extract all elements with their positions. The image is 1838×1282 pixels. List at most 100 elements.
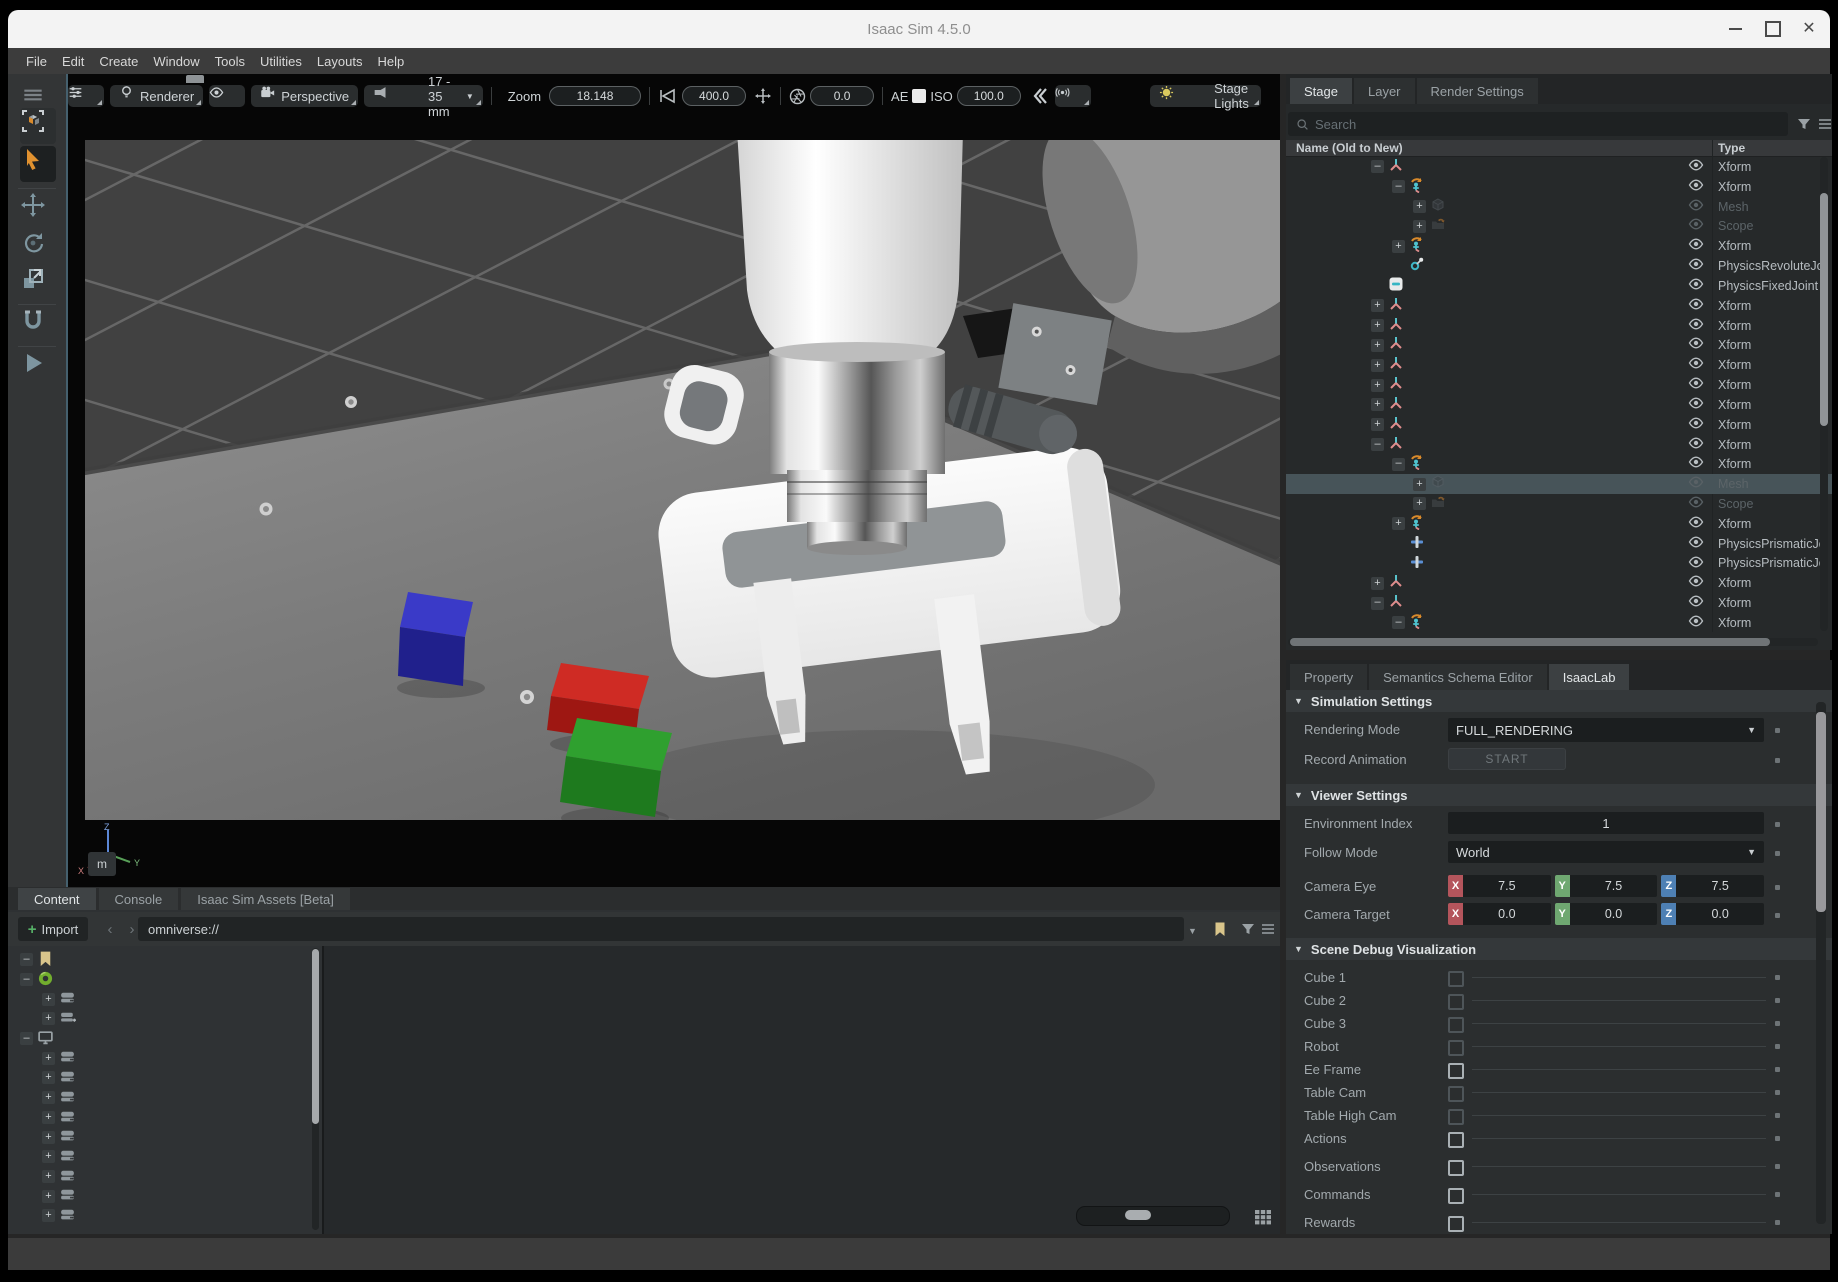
stage-tree-row[interactable]: panda_finger_joint2 PhysicsPrismaticJoin…: [1286, 554, 1832, 574]
debug-checkbox[interactable]: [1448, 971, 1464, 987]
aperture-field[interactable]: 0.0: [810, 86, 874, 106]
menu-file[interactable]: File: [26, 54, 47, 69]
expand-toggle[interactable]: [1371, 438, 1384, 451]
file-tree-row[interactable]: Bookmarks: [8, 950, 322, 970]
expand-toggle[interactable]: [1413, 220, 1426, 233]
rotate-tool[interactable]: [20, 230, 56, 266]
rendering-mode-dropdown[interactable]: FULL_RENDERING▼: [1448, 718, 1764, 742]
focal-distance-field[interactable]: 400.0: [682, 86, 746, 106]
stage-tree-row[interactable]: panda_hand Xform: [1286, 435, 1832, 455]
file-tree-row[interactable]: /: [8, 1068, 322, 1088]
menu-edit[interactable]: Edit: [62, 54, 84, 69]
camera-button[interactable]: Perspective: [251, 85, 358, 107]
file-tree-row[interactable]: /etc/hosts: [8, 1108, 322, 1128]
expand-toggle[interactable]: [42, 1209, 55, 1222]
viewport-3d-scene[interactable]: [85, 140, 1280, 820]
name-column-header[interactable]: Name (Old to New): [1296, 141, 1403, 155]
expand-toggle[interactable]: [1371, 597, 1384, 610]
tab-isaaclab[interactable]: IsaacLab: [1549, 664, 1630, 690]
debug-checkbox[interactable]: [1448, 1160, 1464, 1176]
file-tree-row[interactable]: /root/.Xauthority: [8, 1167, 322, 1187]
maximize-button[interactable]: [1758, 10, 1788, 48]
collapse-chevrons-icon[interactable]: [1031, 87, 1047, 105]
stage-search-input[interactable]: Search: [1288, 112, 1788, 136]
stage-tree-row[interactable]: visuals Xform: [1286, 454, 1832, 474]
tab-stage[interactable]: Stage: [1290, 78, 1352, 104]
expand-toggle[interactable]: [1413, 497, 1426, 510]
type-column-header[interactable]: Type: [1718, 141, 1745, 155]
axis-value-input[interactable]: 7.5: [1676, 875, 1764, 897]
stage-tree-row[interactable]: panda_link2 Xform: [1286, 316, 1832, 336]
stage-tree-row[interactable]: panda_link1 Xform: [1286, 296, 1832, 316]
viewport-tab-notch[interactable]: [186, 75, 204, 83]
stage-tree-row[interactable]: Looks Scope: [1286, 216, 1832, 236]
property-link-dot[interactable]: [1775, 1136, 1780, 1141]
viewport-left-splitter[interactable]: [66, 74, 68, 887]
back-button[interactable]: ‹: [100, 917, 120, 941]
expand-toggle[interactable]: [42, 1052, 55, 1065]
expand-toggle[interactable]: [42, 1091, 55, 1104]
file-tree-row[interactable]: /etc/hostname: [8, 1088, 322, 1108]
stage-tree-row[interactable]: panda_link0 Xform: [1286, 157, 1832, 177]
select-tool[interactable]: [20, 146, 56, 182]
stage-tree-row[interactable]: panda_hand Mesh: [1286, 474, 1832, 494]
content-files-area[interactable]: [324, 946, 1280, 1234]
menu-utilities[interactable]: Utilities: [260, 54, 302, 69]
path-input[interactable]: omniverse://: [138, 917, 1184, 941]
expand-toggle[interactable]: [42, 1170, 55, 1183]
property-link-dot[interactable]: [1775, 975, 1780, 980]
tab-layer[interactable]: Layer: [1354, 78, 1415, 104]
stage-tree-row[interactable]: Looks Scope: [1286, 494, 1832, 514]
tab-semantics-schema-editor[interactable]: Semantics Schema Editor: [1369, 664, 1547, 690]
expand-toggle[interactable]: [1371, 160, 1384, 173]
property-link-dot[interactable]: [1775, 1044, 1780, 1049]
focus-picker-icon[interactable]: [754, 88, 772, 104]
section-viewer-settings[interactable]: ▼ Viewer Settings: [1286, 784, 1832, 806]
start-button[interactable]: START: [1448, 748, 1566, 770]
menu-tools[interactable]: Tools: [215, 54, 245, 69]
debug-checkbox[interactable]: [1448, 1216, 1464, 1232]
stage-tree-row[interactable]: visuals Xform: [1286, 177, 1832, 197]
play-button[interactable]: [20, 350, 56, 386]
filter-icon[interactable]: [1796, 116, 1812, 132]
stage-tree-row[interactable]: panda_link6 Xform: [1286, 395, 1832, 415]
tab-render-settings[interactable]: Render Settings: [1417, 78, 1538, 104]
file-tree-row[interactable]: /etc/resolv.conf: [8, 1147, 322, 1167]
menu-help[interactable]: Help: [377, 54, 404, 69]
file-tree-row[interactable]: /isaac-sim/kit/cache: [8, 1206, 322, 1226]
stage-tree-row[interactable]: collisions Xform: [1286, 236, 1832, 256]
property-link-dot[interactable]: [1775, 1164, 1780, 1169]
expand-toggle[interactable]: [1371, 577, 1384, 590]
expand-toggle[interactable]: [1371, 359, 1384, 372]
visibility-eye-button[interactable]: [209, 85, 245, 107]
filter-icon[interactable]: [1240, 921, 1256, 937]
property-link-dot[interactable]: [1775, 998, 1780, 1003]
expand-toggle[interactable]: [42, 1111, 55, 1124]
expand-toggle[interactable]: [20, 973, 33, 986]
signal-button[interactable]: [1055, 85, 1091, 107]
stage-tree-row[interactable]: panda_finger_joint1 PhysicsPrismaticJoin…: [1286, 534, 1832, 554]
debug-checkbox[interactable]: [1448, 1132, 1464, 1148]
expand-toggle[interactable]: [20, 953, 33, 966]
options-menu-icon[interactable]: [1817, 116, 1832, 132]
stage-vertical-scrollbar[interactable]: [1820, 157, 1828, 631]
stage-tree-row[interactable]: panda_link3 Xform: [1286, 335, 1832, 355]
axis-value-input[interactable]: 0.0: [1676, 903, 1764, 925]
follow-mode-dropdown[interactable]: World▼: [1448, 841, 1764, 863]
section-scene-debug-visualization[interactable]: ▼ Scene Debug Visualization: [1286, 938, 1832, 960]
viewport-settings-button[interactable]: [68, 85, 104, 107]
expand-toggle[interactable]: [42, 1190, 55, 1203]
expand-toggle[interactable]: [1413, 478, 1426, 491]
property-link-dot[interactable]: [1775, 913, 1780, 918]
expand-toggle[interactable]: [20, 1032, 33, 1045]
renderer-button[interactable]: Renderer: [110, 85, 203, 107]
tab-console[interactable]: Console: [99, 888, 179, 910]
expand-toggle[interactable]: [42, 1131, 55, 1144]
expand-toggle[interactable]: [42, 1071, 55, 1084]
file-tree-row[interactable]: /tmp/.X11-unix: [8, 1186, 322, 1206]
thumbnail-size-slider[interactable]: [1076, 1206, 1230, 1226]
view-options-icon[interactable]: [1260, 921, 1276, 937]
tab-content[interactable]: Content: [18, 888, 96, 910]
path-dropdown-icon[interactable]: ▼: [1188, 921, 1204, 937]
property-link-dot[interactable]: [1775, 1021, 1780, 1026]
